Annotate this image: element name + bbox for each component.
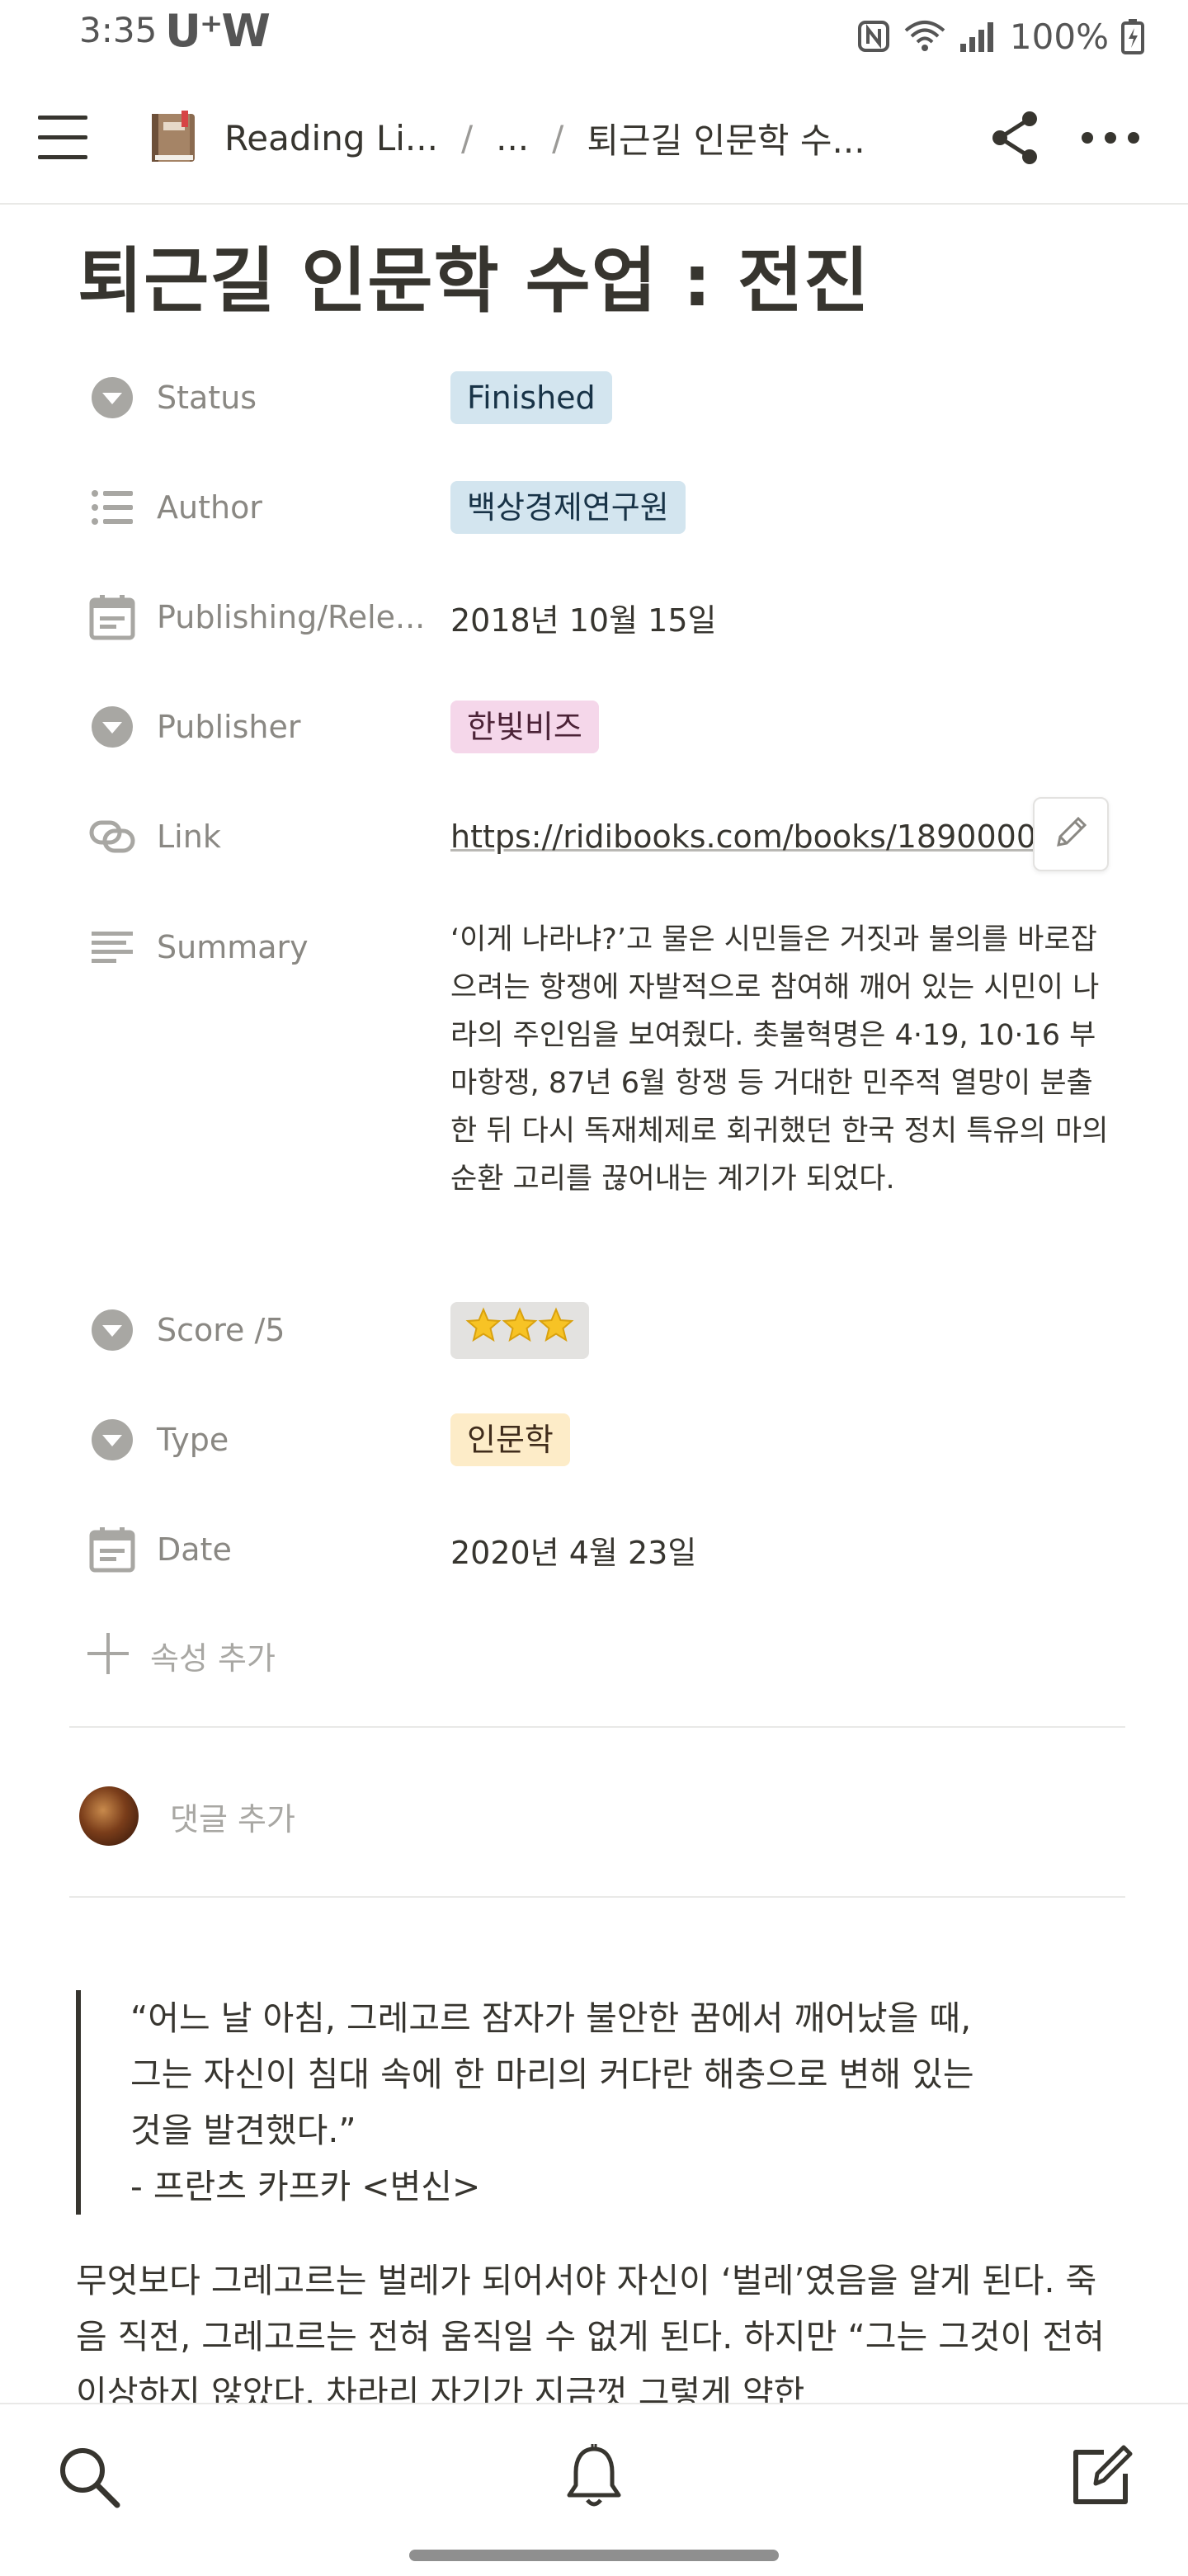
summary-value[interactable]: ‘이게 나라냐?’고 물은 시민들은 거짓과 불의를 바로잡으려는 항쟁에 자발… [450, 916, 1110, 1203]
plus-icon [86, 1631, 130, 1679]
bell-icon[interactable] [554, 2437, 634, 2517]
property-name[interactable]: Author [86, 479, 262, 535]
avatar [79, 1786, 139, 1846]
battery-percent: 100% [1009, 16, 1109, 57]
more-icon[interactable] [1077, 107, 1143, 168]
divider [69, 1896, 1125, 1898]
add-comment-row[interactable]: 댓글 추가 [79, 1786, 295, 1847]
status-bar: 3:35 U⁺W 100% [0, 0, 1188, 73]
hamburger-icon[interactable] [36, 109, 89, 167]
link-url[interactable]: https://ridibooks.com/books/1890000120 [450, 819, 1044, 855]
breadcrumb-separator: / [460, 117, 474, 158]
bottom-navigation-bar [0, 2403, 1188, 2576]
quote-text: “어느 날 아침, 그레고르 잠자가 불안한 꿈에서 깨어났을 때, 그는 자신… [130, 1998, 974, 2206]
property-name[interactable]: Status [86, 370, 257, 426]
page-title[interactable]: 퇴근길 인문학 수업 : 전진 [78, 223, 870, 326]
edit-link-button[interactable] [1033, 797, 1109, 871]
add-comment-input[interactable]: 댓글 추가 [170, 1794, 295, 1839]
property-value[interactable]: 2018년 10월 15일 [450, 589, 716, 645]
select-icon [86, 371, 139, 424]
breadcrumb-current-page[interactable]: 퇴근길 인문학 수... [587, 113, 865, 163]
type-tag: 인문학 [450, 1413, 570, 1466]
battery-icon [1121, 19, 1144, 54]
star-icon [538, 1307, 574, 1342]
add-property-button[interactable]: 속성 추가 [86, 1629, 276, 1682]
property-value[interactable]: 2020년 4월 23일 [450, 1522, 696, 1578]
home-indicator[interactable] [409, 2550, 779, 2561]
book-icon[interactable] [145, 109, 203, 167]
breadcrumb-reading-list[interactable]: Reading Li... [224, 118, 438, 158]
score-tag [450, 1302, 589, 1359]
pencil-icon [1050, 812, 1091, 856]
carrier-label: U⁺W [165, 5, 271, 57]
status-badge: Finished [450, 371, 612, 424]
divider [69, 1726, 1125, 1728]
calendar-icon [86, 591, 139, 644]
property-value[interactable]: 백상경제연구원 [450, 479, 686, 535]
property-value[interactable]: 인문학 [450, 1412, 570, 1468]
select-icon [86, 1304, 139, 1356]
search-icon[interactable] [50, 2437, 129, 2517]
wifi-icon [904, 21, 945, 51]
property-name[interactable]: Score /5 [86, 1302, 285, 1358]
property-value[interactable] [450, 1302, 589, 1359]
body-paragraph[interactable]: 무엇보다 그레고르는 벌레가 되어서야 자신이 ‘벌레’였음을 알게 된다. 죽… [76, 2253, 1124, 2421]
status-time: 3:35 [79, 10, 158, 50]
select-icon [86, 701, 139, 753]
breadcrumb-separator: / [552, 117, 564, 158]
author-tag: 백상경제연구원 [450, 481, 686, 534]
top-navigation-bar: Reading Li... / ... / 퇴근길 인문학 수... [0, 73, 1188, 205]
property-value[interactable]: https://ridibooks.com/books/1890000120 [450, 809, 1044, 865]
property-value[interactable]: Finished [450, 370, 612, 426]
property-name[interactable]: Date [86, 1522, 232, 1578]
compose-icon[interactable] [1061, 2437, 1140, 2517]
nfc-icon [857, 21, 889, 52]
property-value[interactable]: 한빛비즈 [450, 699, 599, 755]
quote-block[interactable]: “어느 날 아침, 그레고르 잠자가 불안한 꿈에서 깨어났을 때, 그는 자신… [76, 1990, 1162, 2215]
share-icon[interactable] [987, 107, 1044, 168]
publisher-tag: 한빛비즈 [450, 701, 599, 753]
signal-icon [959, 22, 993, 52]
star-icon [465, 1307, 502, 1342]
property-name[interactable]: Type [86, 1412, 229, 1468]
property-name[interactable]: Publisher [86, 699, 300, 755]
breadcrumb: Reading Li... / ... / 퇴근길 인문학 수... [224, 111, 865, 165]
status-icons: 100% [856, 12, 1145, 61]
link-icon [86, 810, 139, 863]
star-icon [502, 1307, 538, 1342]
breadcrumb-ellipsis[interactable]: ... [496, 118, 529, 158]
property-name[interactable]: Summary [86, 919, 309, 975]
calendar-icon [86, 1523, 139, 1576]
list-icon [86, 481, 139, 534]
text-icon [86, 921, 139, 974]
property-name[interactable]: Link [86, 809, 221, 865]
select-icon [86, 1413, 139, 1466]
property-name[interactable]: Publishing/Rele... [86, 589, 425, 645]
